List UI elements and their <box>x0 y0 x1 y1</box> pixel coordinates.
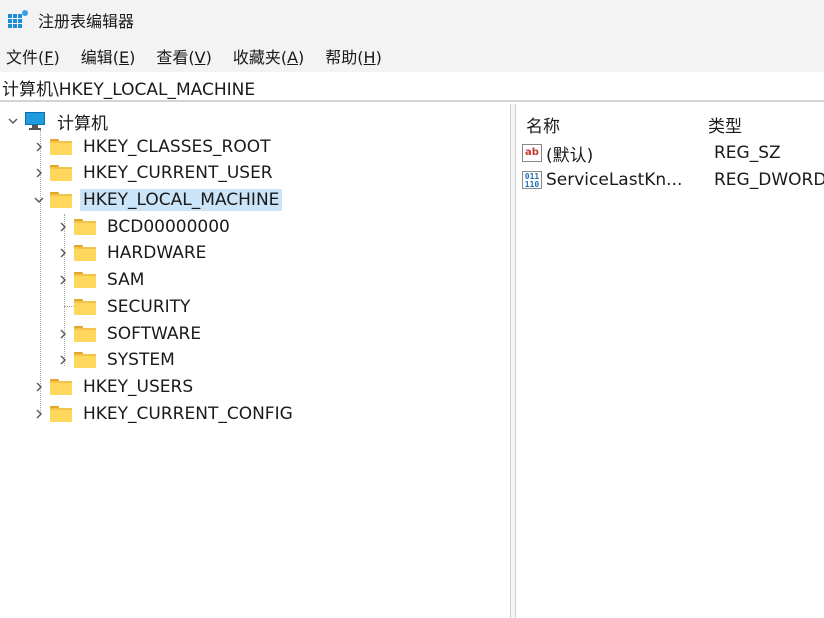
string-value-icon: ab <box>522 144 542 162</box>
column-header-type[interactable]: 类型 <box>708 112 742 137</box>
values-list[interactable]: 名称 类型 ab (默认) REG_SZ 011 110 ServiceLastK… <box>516 104 824 618</box>
binary-value-icon: 011 110 <box>522 171 542 189</box>
chevron-down-icon[interactable] <box>6 114 20 128</box>
tree-node-hkey-local-machine[interactable]: HKEY_LOCAL_MACHINE <box>32 187 283 213</box>
tree-node-label: HKEY_USERS <box>83 377 194 397</box>
tree-node-label: SYSTEM <box>107 350 175 370</box>
tree-node-hkey-classes-root[interactable]: HKEY_CLASSES_ROOT <box>32 134 274 160</box>
folder-icon <box>74 272 96 288</box>
tree-node-sam[interactable]: SAM <box>56 267 147 293</box>
column-header-name[interactable]: 名称 <box>526 112 560 137</box>
chevron-right-icon[interactable] <box>32 166 46 180</box>
folder-icon <box>74 326 96 342</box>
tree-root-computer[interactable]: 计算机 <box>6 108 111 134</box>
value-name: ServiceLastKn... <box>546 170 683 190</box>
window-title: 注册表编辑器 <box>38 12 135 31</box>
chevron-right-icon[interactable] <box>32 140 46 154</box>
folder-icon <box>50 379 72 395</box>
folder-icon <box>74 219 96 235</box>
menu-help[interactable]: 帮助(H) <box>323 42 384 70</box>
tree-node-security[interactable]: SECURITY <box>56 294 193 320</box>
folder-icon <box>74 245 96 261</box>
tree-node-label: HKEY_CURRENT_CONFIG <box>83 404 293 424</box>
menu-favorites[interactable]: 收藏夹(A) <box>231 42 306 70</box>
value-row[interactable]: 011 110 ServiceLastKn... REG_DWORD <box>522 167 824 193</box>
address-path: 计算机\HKEY_LOCAL_MACHINE <box>2 79 256 100</box>
menu-view[interactable]: 查看(V) <box>154 42 213 70</box>
tree-node-hardware[interactable]: HARDWARE <box>56 240 209 266</box>
tree-node-label: SECURITY <box>107 297 191 317</box>
registry-editor-icon <box>8 10 28 30</box>
menu-edit[interactable]: 编辑(E) <box>79 42 138 70</box>
chevron-right-icon[interactable] <box>56 273 70 287</box>
chevron-right-icon[interactable] <box>56 220 70 234</box>
chevron-right-icon[interactable] <box>32 380 46 394</box>
tree-node-hkey-current-config[interactable]: HKEY_CURRENT_CONFIG <box>32 401 296 427</box>
tree-node-label: SAM <box>107 270 145 290</box>
title-bar: 注册表编辑器 <box>0 0 824 40</box>
menu-bar: 文件(F) 编辑(E) 查看(V) 收藏夹(A) 帮助(H) <box>0 40 824 72</box>
computer-icon <box>24 112 46 130</box>
tree-node-hkey-users[interactable]: HKEY_USERS <box>32 374 196 400</box>
tree-node-hkey-current-user[interactable]: HKEY_CURRENT_USER <box>32 160 276 186</box>
folder-icon <box>50 406 72 422</box>
folder-icon <box>74 352 96 368</box>
tree-node-label: HKEY_LOCAL_MACHINE <box>80 189 283 211</box>
tree-node-label: 计算机 <box>57 113 108 134</box>
chevron-right-icon[interactable] <box>56 327 70 341</box>
address-bar[interactable]: 计算机\HKEY_LOCAL_MACHINE <box>0 74 824 102</box>
tree-node-software[interactable]: SOFTWARE <box>56 321 204 347</box>
folder-icon <box>74 299 96 315</box>
folder-icon <box>50 192 72 208</box>
key-tree[interactable]: 计算机 HKEY_CLASSES_ROOT HKEY_CURRENT_USER … <box>0 104 510 618</box>
tree-node-label: BCD00000000 <box>107 217 230 237</box>
chevron-right-icon[interactable] <box>56 246 70 260</box>
menu-file[interactable]: 文件(F) <box>4 42 62 70</box>
tree-node-label: HKEY_CURRENT_USER <box>83 163 273 183</box>
tree-node-label: SOFTWARE <box>107 324 202 344</box>
value-row[interactable]: ab (默认) REG_SZ <box>522 140 822 166</box>
chevron-right-icon[interactable] <box>32 407 46 421</box>
tree-node-bcd[interactable]: BCD00000000 <box>56 214 233 240</box>
tree-node-system[interactable]: SYSTEM <box>56 347 178 373</box>
folder-icon <box>50 139 72 155</box>
tree-node-label: HKEY_CLASSES_ROOT <box>83 137 271 157</box>
value-type: REG_SZ <box>714 143 781 163</box>
tree-node-label: HARDWARE <box>107 243 207 263</box>
chevron-down-icon[interactable] <box>32 193 46 207</box>
folder-icon <box>50 165 72 181</box>
value-name: (默认) <box>546 145 594 166</box>
chevron-right-icon[interactable] <box>56 353 70 367</box>
value-type: REG_DWORD <box>714 170 824 190</box>
